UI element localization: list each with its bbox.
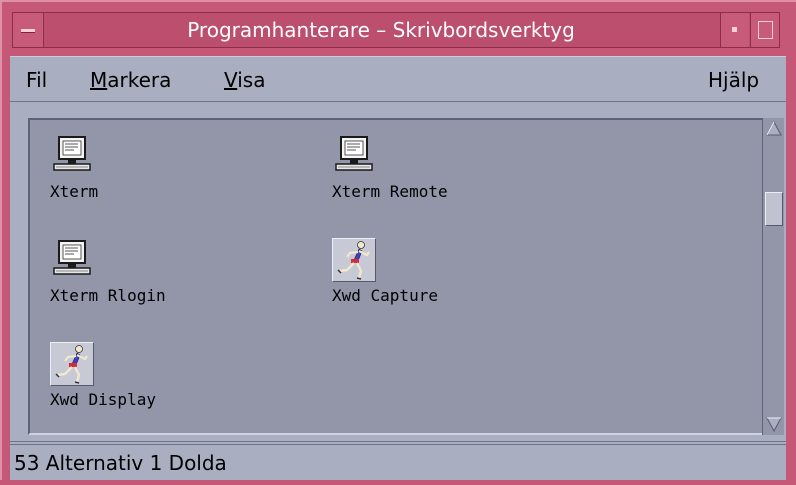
menu-markera-mnemonic: M xyxy=(90,68,108,92)
app-xwd-display[interactable]: Xwd Display xyxy=(40,336,260,428)
menu-hjalp[interactable]: Hjälp xyxy=(708,65,759,95)
minimize-button[interactable] xyxy=(720,13,749,47)
menu-hjalp-rest: jälp xyxy=(723,68,760,92)
app-xwd-capture[interactable]: Xwd Capture xyxy=(322,232,542,324)
app-label: Xterm Rlogin xyxy=(50,286,166,305)
app-manager-window: Programhanterare – Skrivbordsverktyg Fil… xyxy=(0,0,796,485)
window-menu-button[interactable] xyxy=(13,13,44,47)
runner-icon xyxy=(332,238,376,282)
scroll-up-arrow-icon[interactable] xyxy=(765,120,783,138)
title-bar[interactable]: Programhanterare – Skrivbordsverktyg xyxy=(0,0,796,56)
app-xterm[interactable]: Xterm xyxy=(40,128,260,220)
title-bar-inner: Programhanterare – Skrivbordsverktyg xyxy=(12,12,780,48)
menu-fil[interactable]: Fil xyxy=(26,65,47,95)
maximize-icon xyxy=(758,21,773,39)
minimize-icon xyxy=(732,27,737,32)
app-label: Xterm Remote xyxy=(332,182,448,201)
menu-fil-rest: il xyxy=(36,68,48,92)
terminal-icon xyxy=(53,136,91,171)
window-title: Programhanterare – Skrivbordsverktyg xyxy=(187,18,575,42)
window-frame-right[interactable] xyxy=(786,56,796,485)
vertical-scrollbar[interactable] xyxy=(762,118,784,435)
terminal-icon xyxy=(53,240,91,275)
status-text: 53 Alternativ 1 Dolda xyxy=(14,451,227,475)
menu-markera[interactable]: Markera xyxy=(90,65,171,95)
runner-figure xyxy=(337,241,370,280)
scroll-thumb[interactable] xyxy=(765,192,783,226)
terminal-icon xyxy=(335,136,373,171)
status-bar: 53 Alternativ 1 Dolda xyxy=(10,444,786,480)
menu-visa[interactable]: Visa xyxy=(224,65,265,95)
window-frame-bottom[interactable] xyxy=(0,480,796,485)
window-menu-icon xyxy=(21,29,35,33)
app-label: Xterm xyxy=(50,182,99,201)
app-label: Xwd Display xyxy=(50,390,156,409)
content-frame: Xterm Xterm Remote Xterm Rlogin Xwd Capt… xyxy=(10,102,786,442)
window-frame-left[interactable] xyxy=(0,56,10,485)
icon-view[interactable]: Xterm Xterm Remote Xterm Rlogin Xwd Capt… xyxy=(28,118,764,435)
scroll-down-arrow-icon[interactable] xyxy=(765,415,783,433)
menu-visa-mnemonic: V xyxy=(224,68,238,92)
menu-hjalp-mnemonic: H xyxy=(708,68,724,92)
menu-visa-rest: isa xyxy=(237,68,266,92)
menu-fil-mnemonic: F xyxy=(26,68,37,92)
app-xterm-remote[interactable]: Xterm Remote xyxy=(322,128,542,220)
runner-icon xyxy=(50,342,94,386)
runner-figure xyxy=(55,345,88,384)
menu-markera-rest: arkera xyxy=(107,68,172,92)
app-label: Xwd Capture xyxy=(332,286,438,305)
maximize-button[interactable] xyxy=(750,13,779,47)
app-xterm-rlogin[interactable]: Xterm Rlogin xyxy=(40,232,260,324)
menu-bar: Fil Markera Visa Hjälp xyxy=(10,56,786,102)
